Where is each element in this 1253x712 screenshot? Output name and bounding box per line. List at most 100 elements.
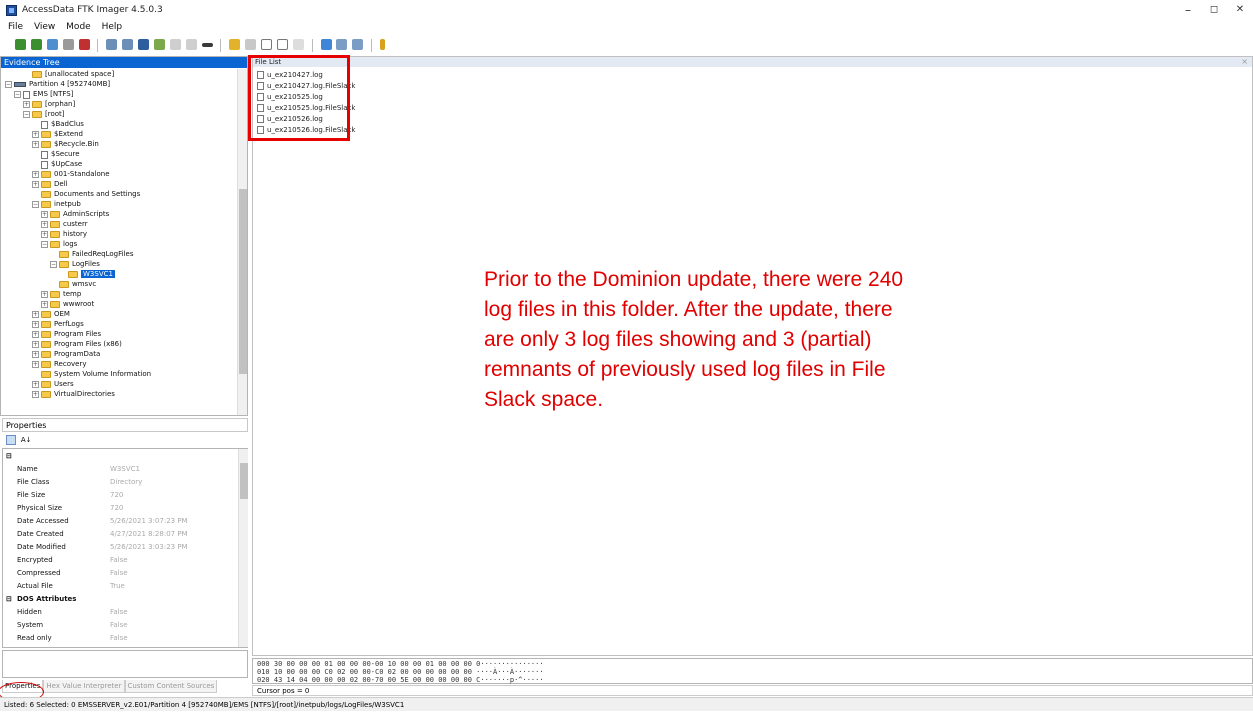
expand-icon[interactable]: +	[32, 351, 39, 358]
tree-item[interactable]: − EMS [NTFS]	[14, 90, 73, 99]
expand-icon[interactable]: +	[32, 171, 39, 178]
collapse-icon[interactable]: −	[50, 261, 57, 268]
tree-item[interactable]: $Secure	[32, 150, 80, 159]
tab-hex-value-interpreter[interactable]: Hex Value Interpreter	[43, 680, 125, 693]
file-list-close-icon[interactable]: ×	[1241, 57, 1248, 67]
tree-item[interactable]: +001-Standalone	[32, 170, 110, 179]
expand-icon[interactable]: +	[32, 311, 39, 318]
tree-item[interactable]: $UpCase	[32, 160, 82, 169]
export-file-hash-list-icon[interactable]	[229, 39, 241, 50]
export-files-icon[interactable]	[201, 43, 213, 47]
view-text-icon[interactable]	[336, 39, 348, 50]
collapse-icon[interactable]: −	[14, 91, 21, 98]
properties-scrollbar[interactable]	[238, 449, 248, 647]
tree-item[interactable]: wmsvc	[50, 280, 96, 289]
expand-icon[interactable]: +	[41, 221, 48, 228]
tree-item[interactable]: − inetpub	[32, 200, 81, 209]
tree-item[interactable]: − LogFiles	[50, 260, 100, 269]
property-row[interactable]: System False	[3, 619, 239, 631]
property-row[interactable]: Name W3SVC1	[3, 463, 239, 475]
property-group[interactable]: ⊟ DOS Attributes	[3, 593, 239, 605]
close-button[interactable]: ✕	[1227, 2, 1253, 18]
expand-icon[interactable]: +	[41, 301, 48, 308]
tree-item[interactable]: + wwwroot	[41, 300, 94, 309]
property-row[interactable]: Actual File True	[3, 580, 239, 592]
tree-item[interactable]: + OEM	[32, 310, 70, 319]
remove-all-evidence-icon[interactable]	[78, 39, 90, 50]
expand-icon[interactable]: +	[32, 341, 39, 348]
expand-icon[interactable]: +	[32, 331, 39, 338]
image-mounting-icon[interactable]	[46, 39, 58, 50]
property-row[interactable]: Date Accessed 5/26/2021 3:07:23 PM	[3, 515, 239, 527]
expand-icon[interactable]: +	[32, 131, 39, 138]
minimize-button[interactable]: –	[1175, 2, 1201, 18]
verify-drive-icon[interactable]	[245, 39, 257, 50]
menu-file[interactable]: File	[8, 20, 23, 35]
menu-mode[interactable]: Mode	[66, 20, 91, 35]
expand-icon[interactable]: +	[32, 361, 39, 368]
menu-view[interactable]: View	[34, 20, 55, 35]
collapse-icon[interactable]: −	[5, 81, 12, 88]
tree-item[interactable]: W3SVC1	[59, 270, 115, 279]
expand-icon[interactable]: +	[32, 391, 39, 398]
menu-help[interactable]: Help	[102, 20, 123, 35]
tree-item[interactable]: + PerfLogs	[32, 320, 84, 329]
collapse-icon[interactable]: −	[32, 201, 39, 208]
tree-item[interactable]: + Recovery	[32, 360, 86, 369]
tree-item[interactable]: + ProgramData	[32, 350, 100, 359]
tree-item[interactable]: + history	[41, 230, 87, 239]
property-row[interactable]: File Class Directory	[3, 476, 239, 488]
tree-item[interactable]: + Program Files (x86)	[32, 340, 122, 349]
expand-icon[interactable]: +	[23, 101, 30, 108]
property-row[interactable]: Date Modified 5/26/2021 3:03:23 PM	[3, 541, 239, 553]
tree-item[interactable]: [unallocated space]	[23, 70, 114, 79]
tree-item[interactable]: Documents and Settings	[32, 190, 140, 199]
expand-icon[interactable]: +	[41, 231, 48, 238]
decrypt-icon[interactable]	[185, 39, 197, 50]
collapse-icon[interactable]: −	[23, 111, 30, 118]
tree-item[interactable]: System Volume Information	[32, 370, 151, 379]
tree-item[interactable]: + $Extend	[32, 130, 83, 139]
tree-item[interactable]: + $Recycle.Bin	[32, 140, 99, 149]
property-row[interactable]: Hidden False	[3, 606, 239, 618]
add-all-devices-icon[interactable]	[30, 39, 42, 50]
tree-item[interactable]: + AdminScripts	[41, 210, 109, 219]
create-disk-image-icon[interactable]	[106, 39, 118, 50]
tree-item[interactable]: + VirtualDirectories	[32, 390, 115, 399]
expand-icon[interactable]: +	[32, 181, 39, 188]
alphabetical-sort-icon[interactable]: A↓	[21, 433, 32, 447]
expand-icon[interactable]: +	[41, 291, 48, 298]
property-row[interactable]: File Size 720	[3, 489, 239, 501]
collapse-group-icon[interactable]: ⊟	[6, 450, 12, 462]
collapse-group-icon[interactable]: ⊟	[6, 593, 12, 605]
capture-memory-icon[interactable]	[261, 39, 272, 50]
export-logical-image-icon[interactable]	[138, 39, 149, 50]
tree-item[interactable]: + Program Files	[32, 330, 101, 339]
expand-icon[interactable]: +	[32, 381, 39, 388]
property-row[interactable]: Physical Size 720	[3, 502, 239, 514]
expand-icon[interactable]: +	[41, 211, 48, 218]
tab-custom-content-sources[interactable]: Custom Content Sources	[124, 680, 218, 693]
expand-icon[interactable]: +	[32, 321, 39, 328]
property-row[interactable]: Encrypted False	[3, 554, 239, 566]
tree-item[interactable]: + [orphan]	[23, 100, 75, 109]
expand-icon[interactable]: +	[32, 141, 39, 148]
tree-item[interactable]: + temp	[41, 290, 81, 299]
property-row[interactable]: Compressed False	[3, 567, 239, 579]
property-group[interactable]: ⊟	[3, 450, 239, 462]
tree-item[interactable]: + Users	[32, 380, 74, 389]
help-icon[interactable]	[380, 39, 385, 50]
property-row[interactable]: Read only False	[3, 632, 239, 644]
collapse-icon[interactable]: −	[41, 241, 48, 248]
add-evidence-icon[interactable]	[15, 39, 26, 50]
export-disk-image-icon[interactable]	[122, 39, 134, 50]
obtain-protected-files-icon[interactable]	[276, 39, 288, 50]
tree-item[interactable]: + custerr	[41, 220, 88, 229]
create-custom-content-icon[interactable]	[169, 39, 181, 50]
tree-item[interactable]: FailedReqLogFiles	[50, 250, 133, 259]
tree-item[interactable]: − Partition 4 [952740MB]	[5, 80, 110, 89]
tree-item[interactable]: − logs	[41, 240, 77, 249]
tree-item[interactable]: $BadClus	[32, 120, 84, 129]
detect-efs-icon[interactable]	[292, 39, 304, 50]
categorized-icon[interactable]	[6, 435, 16, 445]
